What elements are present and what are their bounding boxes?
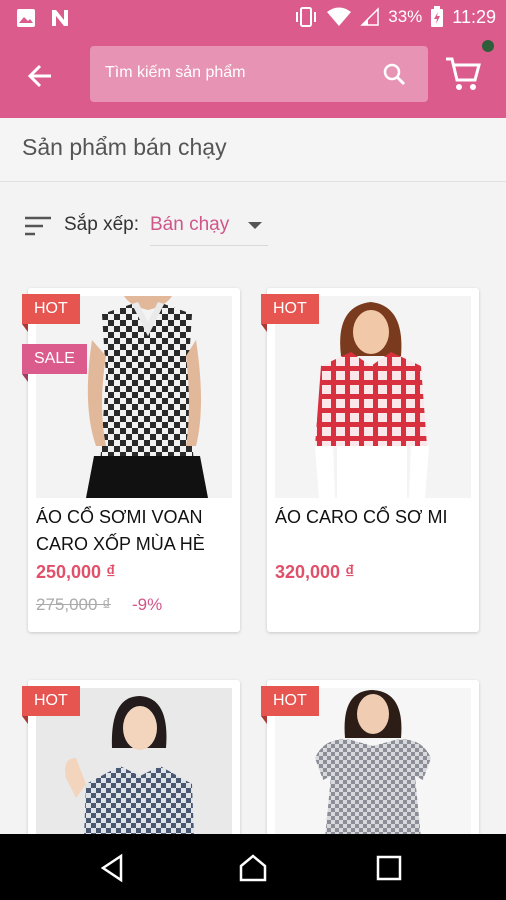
shopping-cart-icon	[446, 57, 481, 90]
signal-icon	[360, 7, 379, 26]
hot-badge: HOT	[22, 686, 80, 724]
hot-badge: HOT	[261, 686, 319, 724]
sort-row: Sắp xếp: Bán chạy	[0, 196, 506, 256]
arrow-left-icon	[27, 64, 51, 88]
back-button[interactable]	[20, 56, 60, 96]
title-bar: Sản phẩm bán chạy	[0, 118, 506, 182]
product-price: 250,000 ₫	[36, 562, 116, 582]
clock: 11:29	[452, 6, 496, 27]
status-bar: 33% 11:29	[0, 0, 506, 36]
battery-charging-icon	[431, 6, 444, 27]
search-icon[interactable]	[382, 62, 406, 86]
sale-badge: SALE	[22, 344, 87, 382]
product-old-price: 275,000 ₫	[36, 595, 111, 614]
cart-button[interactable]	[444, 54, 484, 94]
product-photo-checked-top	[36, 296, 232, 498]
recents-icon[interactable]	[373, 852, 405, 884]
page-title: Sản phẩm bán chạy	[22, 134, 227, 160]
app-bar: Tìm kiếm sản phẩm	[0, 36, 506, 118]
chevron-down-icon	[248, 222, 262, 229]
system-nav-bar	[0, 834, 506, 900]
back-triangle-icon[interactable]	[97, 852, 129, 884]
cart-notification-dot	[482, 40, 494, 52]
home-icon[interactable]	[237, 852, 269, 884]
search-input[interactable]: Tìm kiếm sản phẩm	[90, 46, 428, 102]
sort-dropdown[interactable]: Bán chạy	[150, 210, 268, 246]
sort-selected-value: Bán chạy	[150, 214, 230, 235]
hot-badge: HOT	[261, 294, 319, 332]
product-image[interactable]	[36, 296, 232, 498]
battery-percent: 33%	[388, 7, 423, 26]
n-notification-icon	[52, 10, 68, 26]
product-card[interactable]: HOT ÁO CARO CỔ SƠ MI 320,000 ₫	[261, 288, 479, 632]
product-card[interactable]: HOT SALE ÁO CỔ SƠMI VOAN CARO XỐP MÙA HÈ…	[22, 288, 240, 632]
vibrate-icon	[296, 7, 317, 27]
product-photo-red-plaid-shirt	[275, 296, 471, 498]
sort-icon	[25, 216, 51, 236]
product-discount: -9%	[132, 595, 163, 614]
search-placeholder: Tìm kiếm sản phẩm	[105, 64, 246, 81]
product-name: ÁO CỔ SƠMI VOAN CARO XỐP MÙA HÈ	[36, 507, 205, 554]
product-name: ÁO CARO CỔ SƠ MI	[275, 507, 448, 527]
image-notification-icon	[17, 9, 35, 27]
product-price: 320,000 ₫	[275, 562, 355, 582]
wifi-icon	[327, 7, 352, 26]
product-image[interactable]	[275, 296, 471, 498]
hot-badge: HOT	[22, 294, 80, 332]
sort-label: Sắp xếp:	[64, 214, 139, 235]
